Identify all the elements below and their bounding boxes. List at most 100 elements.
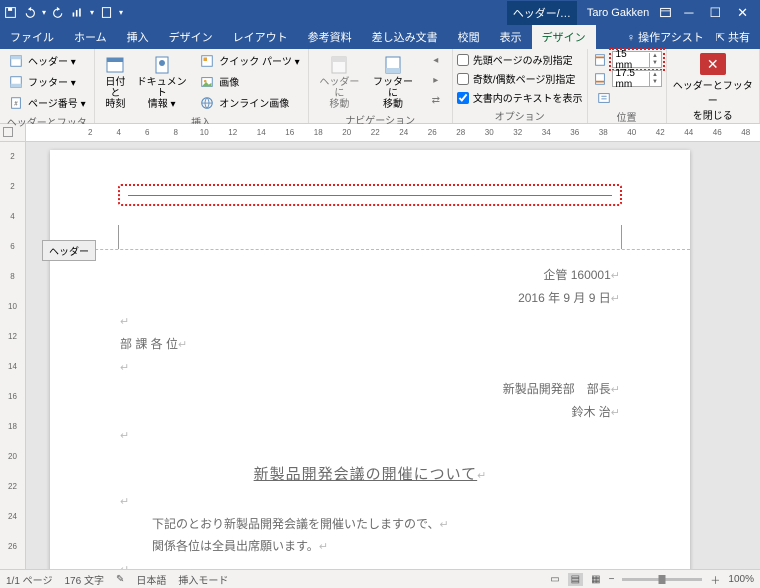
ruler-tick: 30: [475, 124, 504, 141]
zoom-value[interactable]: 100%: [728, 574, 754, 585]
first-page-check[interactable]: 先頭ページのみ別指定: [457, 51, 583, 68]
link-icon: ⇄: [428, 93, 444, 107]
status-page[interactable]: 1/1 ページ: [6, 572, 52, 587]
nav-prev-button[interactable]: ◂: [424, 51, 448, 69]
horizontal-ruler-row: 2468101214161820222426283032343638404244…: [0, 124, 760, 142]
vertical-ruler[interactable]: 22468101214161820222426: [0, 142, 26, 569]
header-highlight-box: [118, 184, 622, 206]
ruler-tick: 28: [447, 124, 476, 141]
header-top-spinner[interactable]: 15 mm▲▼: [592, 51, 662, 68]
show-doc-check[interactable]: 文書内のテキストを表示: [457, 89, 583, 106]
tab-references[interactable]: 参考資料: [298, 25, 362, 49]
vruler-tick: 22: [0, 482, 25, 491]
title-bar: ▾ ▾ ▾ ヘッダー/… Taro Gakken ─ ☐ ✕: [0, 0, 760, 25]
ruler-tick: 42: [646, 124, 675, 141]
group-navigation: ヘッダーに 移動 フッターに 移動 ◂ ▸ ⇄ ナビゲーション: [309, 49, 453, 123]
spinner-up-icon[interactable]: ▲: [650, 72, 661, 79]
tab-home[interactable]: ホーム: [64, 25, 117, 49]
bottom-margin-icon: [592, 72, 608, 86]
tab-layout[interactable]: レイアウト: [223, 25, 298, 49]
header-icon: [8, 54, 24, 68]
vruler-tick: 4: [0, 212, 25, 221]
tab-view[interactable]: 表示: [490, 25, 532, 49]
qat-icon-2[interactable]: [100, 6, 113, 19]
horizontal-ruler[interactable]: 2468101214161820222426283032343638404244…: [26, 124, 760, 141]
online-picture-button[interactable]: オンライン画像: [195, 93, 303, 112]
spinner-up-icon[interactable]: ▲: [650, 53, 661, 60]
undo-icon[interactable]: [23, 6, 36, 19]
footer-button[interactable]: フッター ▾: [4, 72, 90, 91]
docinfo-button[interactable]: ドキュメント 情報 ▾: [132, 51, 191, 110]
tab-file[interactable]: ファイル: [0, 25, 64, 49]
ruler-tick: 10: [190, 124, 219, 141]
ribbon-display-icon[interactable]: [659, 6, 672, 19]
spinner-down-icon[interactable]: ▼: [650, 60, 661, 67]
picture-button[interactable]: 画像: [195, 72, 303, 91]
share-button[interactable]: ⇱ 共有: [716, 29, 750, 45]
datetime-button[interactable]: 日付と 時刻: [99, 51, 133, 110]
close-hf-button[interactable]: ✕: [700, 53, 726, 75]
vruler-tick: 2: [0, 152, 25, 161]
document-body[interactable]: 企管 160001↵ 2016 年 9 月 9 日↵ ↵ 部 課 各 位↵ ↵ …: [50, 250, 690, 569]
page-scroll[interactable]: ヘッダー 企管 160001↵ 2016 年 9 月 9 日↵ ↵ 部 課 各 …: [26, 142, 760, 569]
maximize-icon[interactable]: ☐: [709, 5, 721, 21]
goto-footer-button[interactable]: フッターに 移動: [366, 51, 420, 110]
status-words[interactable]: 176 文字: [64, 572, 103, 587]
svg-text:#: #: [14, 100, 18, 107]
zoom-slider[interactable]: [622, 578, 702, 581]
header-button[interactable]: ヘッダー ▾: [4, 51, 90, 70]
top-margin-icon: [592, 53, 608, 67]
user-name[interactable]: Taro Gakken: [587, 7, 649, 19]
qat-dropdown-icon[interactable]: ▾: [90, 8, 94, 17]
ruler-tick: 44: [675, 124, 704, 141]
status-proof-icon[interactable]: ✎: [116, 574, 124, 585]
status-lang[interactable]: 日本語: [136, 572, 166, 587]
zoom-out-icon[interactable]: −: [609, 574, 615, 585]
page-number-icon: #: [8, 96, 24, 110]
zoom-in-icon[interactable]: ＋: [710, 572, 720, 587]
tab-insert[interactable]: 挿入: [117, 25, 159, 49]
redo-icon[interactable]: [52, 6, 65, 19]
vruler-tick: 26: [0, 542, 25, 551]
goto-header-button[interactable]: ヘッダーに 移動: [313, 51, 367, 110]
ruler-tick: 46: [703, 124, 732, 141]
tab-mailings[interactable]: 差し込み文書: [362, 25, 448, 49]
ruler-tick: 36: [561, 124, 590, 141]
header-region[interactable]: ヘッダー: [50, 150, 690, 250]
group-insert: 日付と 時刻 ドキュメント 情報 ▾ クイック パーツ ▾ 画像 オンライン画像…: [95, 49, 309, 123]
close-window-icon[interactable]: ✕: [737, 5, 748, 21]
nav-next-button[interactable]: ▸: [424, 71, 448, 89]
ruler-tick: 34: [532, 124, 561, 141]
spinner-down-icon[interactable]: ▼: [650, 79, 661, 86]
vruler-tick: 8: [0, 272, 25, 281]
docinfo-icon: [152, 55, 172, 75]
quickparts-button[interactable]: クイック パーツ ▾: [195, 51, 303, 70]
save-icon[interactable]: [4, 6, 17, 19]
vruler-tick: 18: [0, 422, 25, 431]
group-header-footer: ヘッダー ▾ フッター ▾ #ページ番号 ▾ ヘッダーとフッター: [0, 49, 95, 123]
calendar-icon: [105, 55, 125, 75]
footer-bottom-spinner[interactable]: 17.5 mm▲▼: [592, 70, 662, 87]
view-print-icon[interactable]: ▤: [568, 573, 583, 586]
odd-even-check[interactable]: 奇数/偶数ページ別指定: [457, 70, 583, 87]
tab-hf-design[interactable]: デザイン: [532, 25, 596, 49]
ruler-tick: 18: [304, 124, 333, 141]
undo-dropdown-icon[interactable]: ▾: [42, 8, 46, 17]
sender-dept: 新製品開発部 部長: [503, 382, 611, 396]
status-mode[interactable]: 挿入モード: [178, 572, 228, 587]
view-read-icon[interactable]: ▭: [550, 574, 559, 585]
minimize-icon[interactable]: ─: [684, 5, 693, 21]
ruler-tick: 16: [276, 124, 305, 141]
goto-header-icon: [329, 55, 349, 75]
prev-icon: ◂: [428, 53, 444, 67]
tell-me[interactable]: ♀ 操作アシスト: [627, 29, 704, 45]
tab-review[interactable]: 校閲: [448, 25, 490, 49]
page-number-button[interactable]: #ページ番号 ▾: [4, 93, 90, 112]
ruler-tick: 22: [361, 124, 390, 141]
qat-icon-1[interactable]: [71, 6, 84, 19]
tab-design[interactable]: デザイン: [159, 25, 223, 49]
insert-align-tab-button[interactable]: [592, 89, 662, 107]
nav-link-button[interactable]: ⇄: [424, 91, 448, 109]
picture-icon: [199, 75, 215, 89]
view-web-icon[interactable]: ▦: [591, 574, 600, 585]
